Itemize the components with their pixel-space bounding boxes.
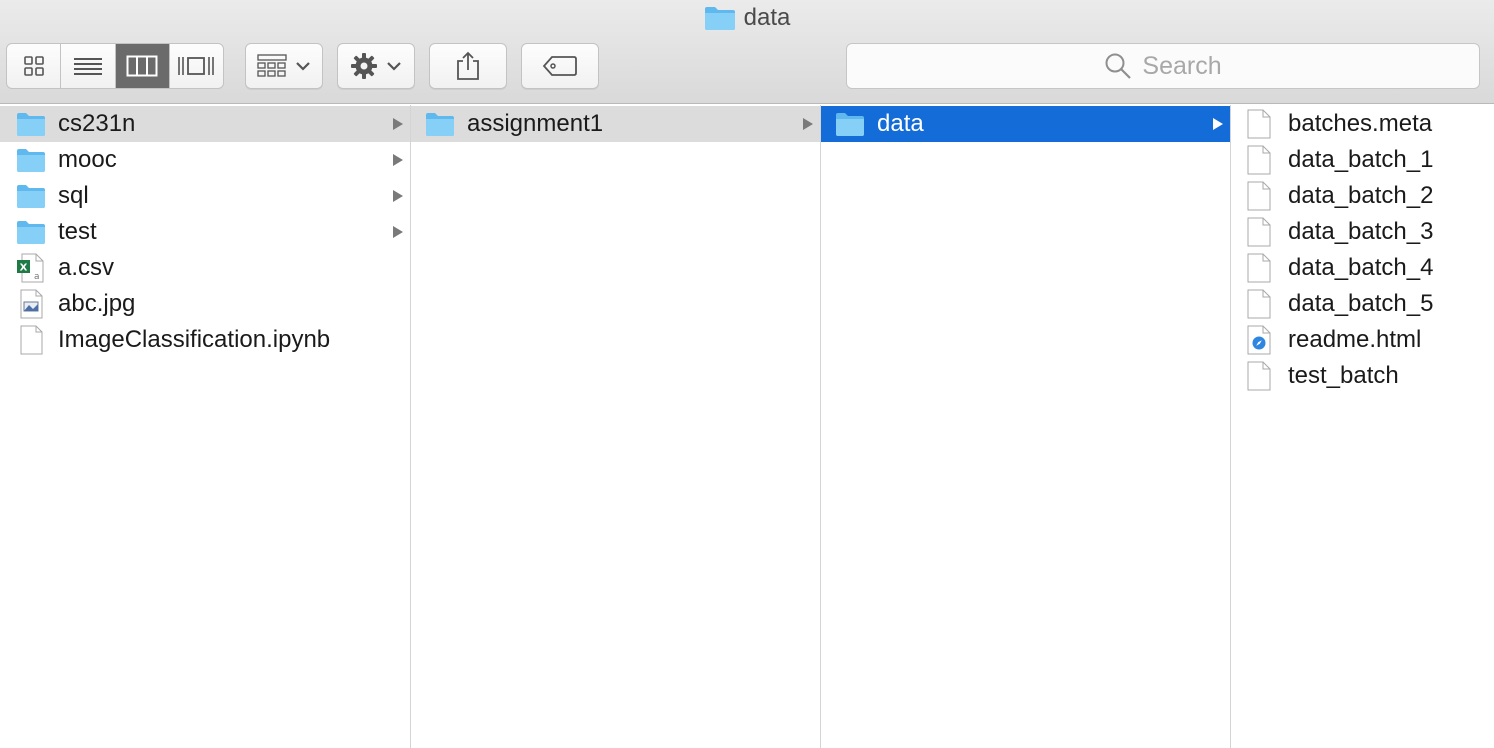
document-icon [1247, 145, 1271, 175]
list-item[interactable]: batches.meta [1231, 106, 1494, 142]
html-file-icon [1247, 325, 1271, 355]
toolbar: data Search [0, 0, 1494, 104]
item-label: ImageClassification.ipynb [58, 326, 331, 353]
list-view-icon [73, 58, 102, 75]
arrange-grid-icon [257, 54, 287, 77]
list-item[interactable]: data_batch_5 [1231, 286, 1494, 322]
list-item[interactable]: cs231n [0, 106, 410, 142]
list-item[interactable]: data_batch_4 [1231, 250, 1494, 286]
document-icon [20, 325, 43, 355]
item-label: a.csv [58, 254, 115, 281]
search-placeholder: Search [1142, 51, 1222, 80]
item-label: data_batch_4 [1288, 254, 1434, 281]
share-button[interactable] [429, 43, 507, 89]
list-item[interactable]: data_batch_2 [1231, 178, 1494, 214]
item-label: mooc [58, 146, 117, 173]
folder-icon [17, 149, 45, 172]
document-icon [1247, 361, 1271, 391]
item-label: data_batch_5 [1288, 290, 1434, 317]
column-view-button[interactable] [115, 44, 170, 88]
folder-icon [836, 113, 864, 136]
folder-icon [704, 7, 735, 30]
svg-text:X: X [20, 263, 28, 274]
folder-icon [17, 221, 45, 244]
excel-file-icon: X a [17, 253, 44, 283]
item-label: cs231n [58, 110, 136, 137]
arrange-button[interactable] [245, 43, 323, 89]
disclosure-arrow-icon [393, 154, 403, 166]
item-label: readme.html [1288, 326, 1422, 353]
list-item[interactable]: X a a.csv [0, 250, 410, 286]
folder-icon [17, 113, 45, 136]
list-item[interactable]: data_batch_3 [1231, 214, 1494, 250]
column-4: batches.meta data_batch_1 data_batch_2 d… [1231, 105, 1494, 748]
icon-view-button[interactable] [7, 44, 62, 88]
item-label: data_batch_3 [1288, 218, 1434, 245]
gear-icon [351, 53, 377, 79]
chevron-down-icon [387, 62, 401, 71]
list-item[interactable]: data [821, 106, 1230, 142]
list-item[interactable]: readme.html [1231, 322, 1494, 358]
chevron-down-icon [296, 62, 310, 71]
item-label: test_batch [1288, 362, 1399, 389]
disclosure-arrow-icon [393, 118, 403, 130]
tag-icon [542, 56, 577, 76]
window-title-bar: data [0, 3, 1494, 33]
item-label: data_batch_1 [1288, 146, 1434, 173]
item-label: data_batch_2 [1288, 182, 1434, 209]
share-icon [457, 51, 479, 80]
column-browser: cs231n mooc sql test X a a.csv abc.jpg I… [0, 105, 1494, 748]
disclosure-arrow-icon [1213, 118, 1223, 130]
document-icon [1247, 217, 1271, 247]
folder-icon [17, 185, 45, 208]
list-item[interactable]: ImageClassification.ipynb [0, 322, 410, 358]
document-icon [1247, 109, 1271, 139]
list-item[interactable]: data_batch_1 [1231, 142, 1494, 178]
action-button[interactable] [337, 43, 415, 89]
list-item[interactable]: abc.jpg [0, 286, 410, 322]
search-field[interactable]: Search [846, 43, 1480, 89]
item-label: sql [58, 182, 89, 209]
list-item[interactable]: test [0, 214, 410, 250]
svg-text:a: a [34, 272, 40, 282]
column-view-icon [126, 55, 158, 77]
column-2: assignment1 [411, 105, 821, 748]
list-item[interactable]: assignment1 [411, 106, 820, 142]
window-title: data [743, 4, 791, 31]
list-item[interactable]: mooc [0, 142, 410, 178]
search-icon [1105, 53, 1132, 79]
view-mode-segmented-control [6, 43, 224, 89]
column-1: cs231n mooc sql test X a a.csv abc.jpg I… [0, 105, 411, 748]
finder-window: data Search cs231n mooc sql test X a a.c… [0, 0, 1494, 748]
item-label: test [58, 218, 97, 245]
column-3: data [821, 105, 1231, 748]
disclosure-arrow-icon [393, 226, 403, 238]
icon-view-icon [23, 56, 44, 76]
tags-button[interactable] [521, 43, 599, 89]
document-icon [1247, 253, 1271, 283]
item-label: abc.jpg [58, 290, 136, 317]
list-item[interactable]: sql [0, 178, 410, 214]
image-file-icon [20, 289, 43, 319]
list-view-button[interactable] [61, 44, 116, 88]
list-item[interactable]: test_batch [1231, 358, 1494, 394]
cover-flow-icon [178, 57, 215, 75]
item-label: batches.meta [1288, 110, 1433, 137]
disclosure-arrow-icon [803, 118, 813, 130]
item-label: assignment1 [467, 110, 604, 137]
document-icon [1247, 289, 1271, 319]
folder-icon [426, 113, 454, 136]
document-icon [1247, 181, 1271, 211]
item-label: data [877, 110, 924, 137]
cover-flow-view-button[interactable] [170, 44, 223, 88]
disclosure-arrow-icon [393, 190, 403, 202]
